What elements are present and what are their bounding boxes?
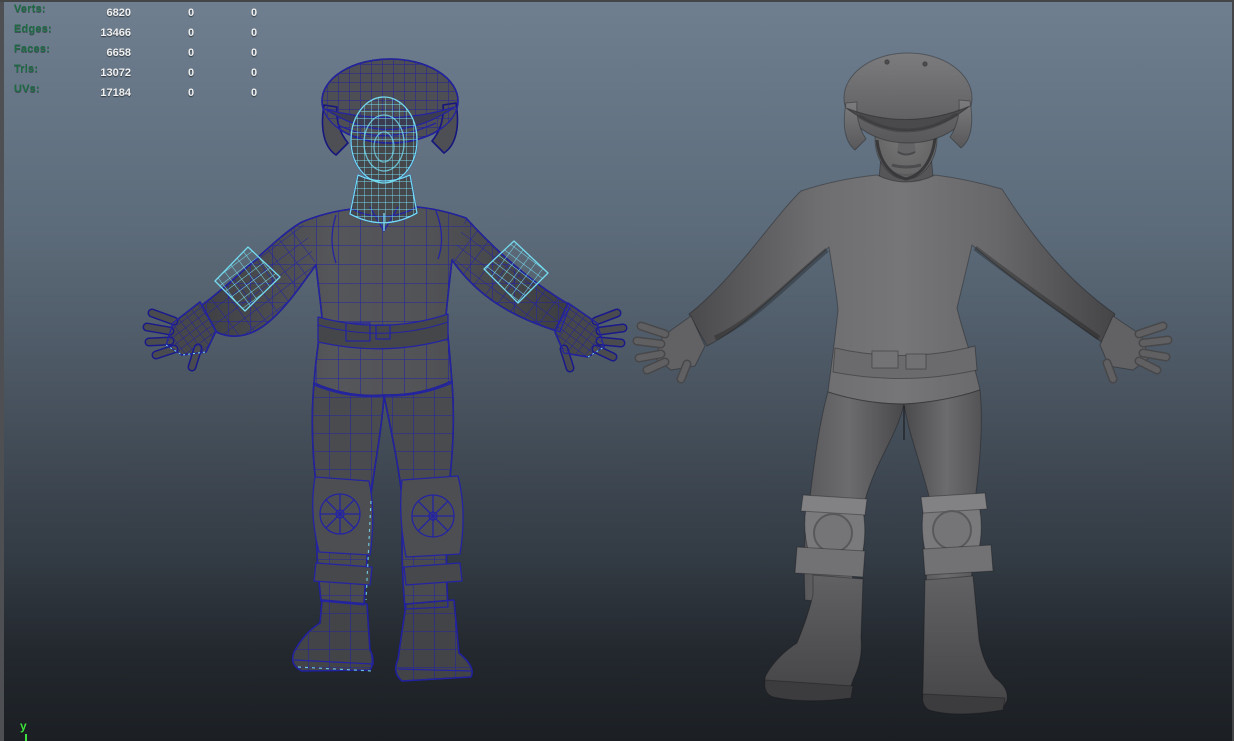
hud-label: Faces: [14, 43, 50, 55]
hud-value: 0 [251, 27, 257, 39]
hud-value: 0 [188, 67, 194, 79]
hud-value: 0 [251, 47, 257, 59]
hud-value: 0 [188, 7, 194, 19]
hud-value: 0 [188, 47, 194, 59]
hud-label: Edges: [14, 23, 52, 35]
shaded-knee-pads [795, 493, 993, 577]
hud-value: 6820 [107, 7, 131, 19]
wireframe-model[interactable] [140, 55, 630, 695]
hud-value: 6658 [107, 47, 131, 59]
shaded-model[interactable] [625, 48, 1190, 720]
hud-row-tris: Tris: 13072 0 0 [0, 61, 290, 81]
shaded-boots [765, 575, 1008, 714]
poly-count-hud: Verts: 6820 0 0 Edges: 13466 0 0 Faces: … [0, 1, 290, 101]
hud-value: 13466 [100, 27, 131, 39]
hud-value: 0 [188, 27, 194, 39]
hud-value: 0 [251, 67, 257, 79]
y-axis-indicator [25, 734, 27, 741]
hud-value: 0 [251, 87, 257, 99]
hud-value: 0 [188, 87, 194, 99]
viewport-border-left [0, 0, 4, 741]
maya-viewport[interactable]: Verts: 6820 0 0 Edges: 13466 0 0 Faces: … [0, 0, 1234, 741]
hud-row-faces: Faces: 6658 0 0 [0, 41, 290, 61]
hud-row-uvs: UVs: 17184 0 0 [0, 81, 290, 101]
hud-label: Tris: [14, 63, 38, 75]
hud-row-edges: Edges: 13466 0 0 [0, 21, 290, 41]
y-axis-label: y [20, 719, 27, 733]
shaded-helmet [844, 53, 972, 150]
hud-value: 0 [251, 7, 257, 19]
hud-value: 17184 [100, 87, 131, 99]
hud-value: 13072 [100, 67, 131, 79]
hud-label: Verts: [14, 3, 46, 15]
hud-row-verts: Verts: 6820 0 0 [0, 1, 290, 21]
hud-label: UVs: [14, 83, 40, 95]
